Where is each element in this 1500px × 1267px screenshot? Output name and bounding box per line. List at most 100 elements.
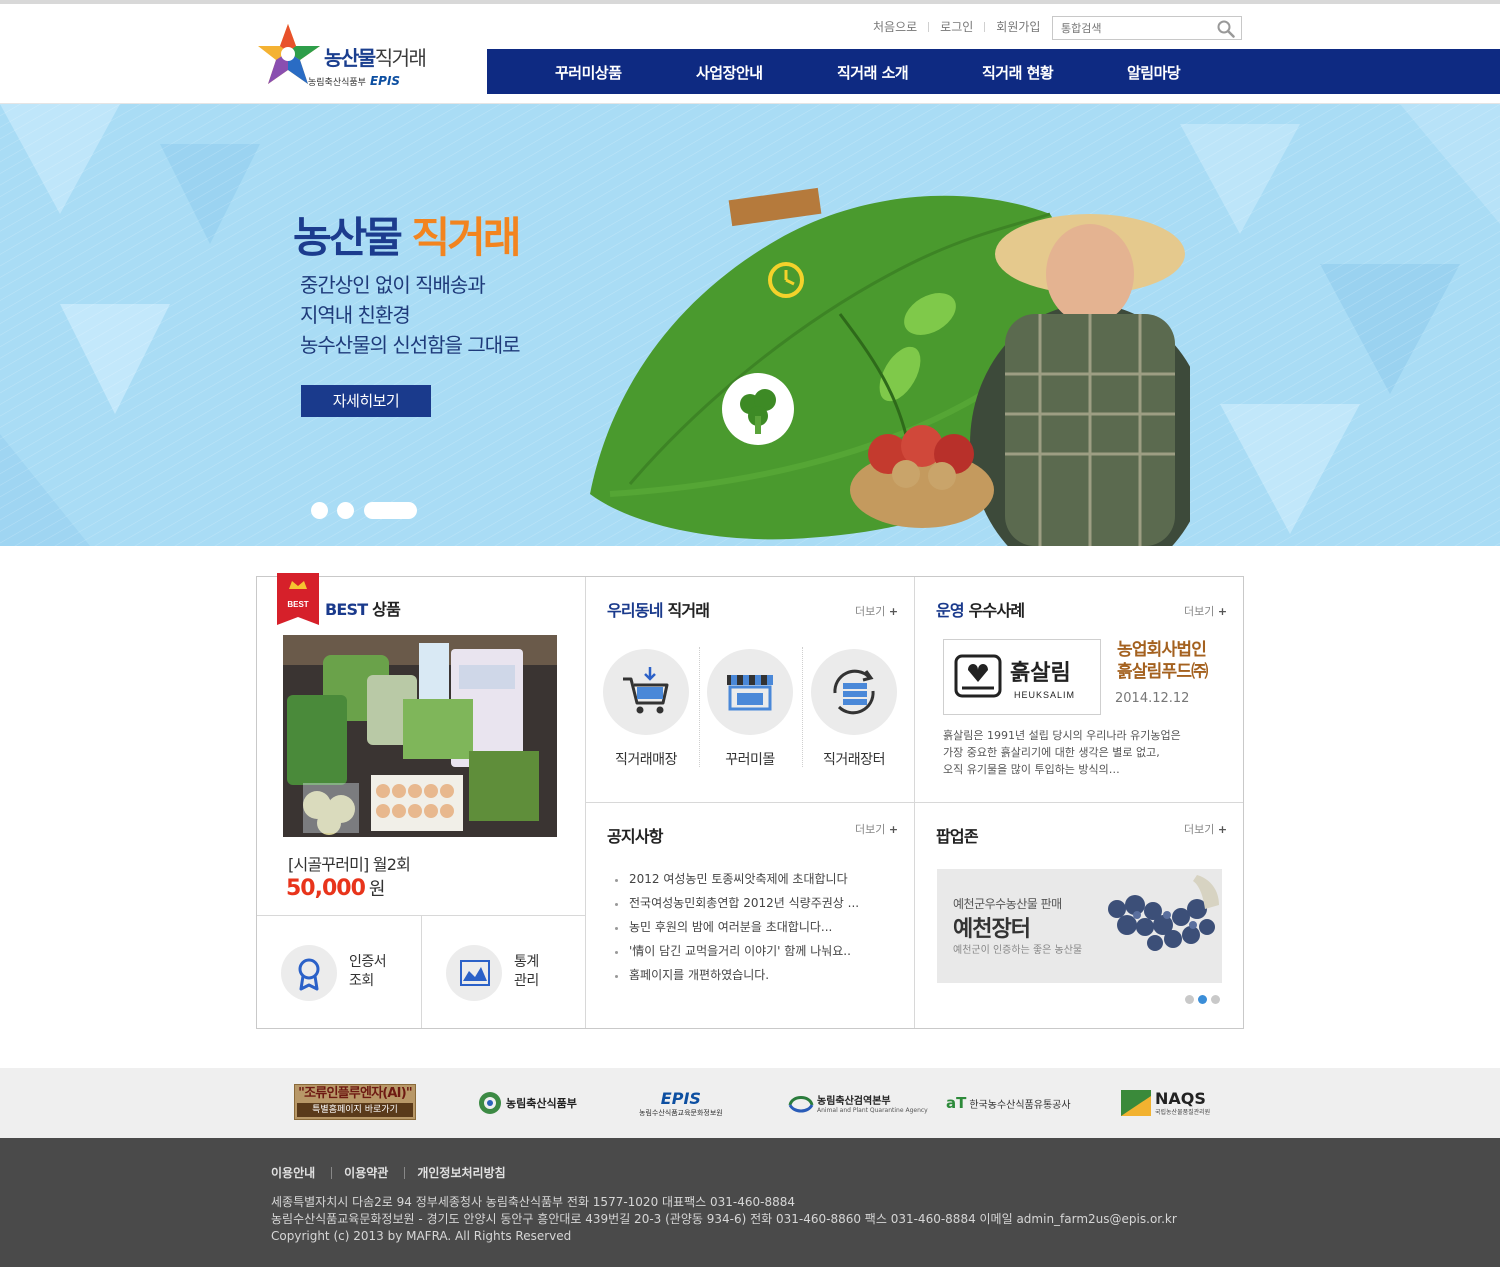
quick-link-label: 인증서 조회 [349, 954, 387, 989]
blueberry-image [1108, 875, 1219, 951]
signup-link[interactable]: 회원가입 [985, 18, 1051, 35]
partner-naqs-label: NAQS [1155, 1088, 1206, 1108]
partner-mafra[interactable]: 농림축산식품부 [478, 1084, 577, 1122]
quick-link-label: 통계 관리 [514, 954, 539, 989]
best-ribbon-icon: BEST [277, 573, 319, 625]
divider [331, 1166, 333, 1179]
main-content-grid: BEST BEST 상품 [시골꾸러미] 월2회 50,000 원 인증서 조회… [256, 573, 1244, 1029]
direct-more-link[interactable]: 더보기 + [855, 603, 898, 619]
case-section-title: 운영 우수사례 [936, 601, 1025, 620]
case-logo-text: 흙살림 [1010, 660, 1071, 686]
best-product-image[interactable] [283, 635, 557, 837]
footer-links: 이용안내 이용약관 개인정보처리방침 [271, 1164, 506, 1181]
nav-item-package-products[interactable]: 꾸러미상품 [555, 62, 622, 83]
notice-section-title: 공지사항 [607, 827, 663, 846]
popup-slide-dot[interactable] [1185, 995, 1194, 1004]
footer-link-terms[interactable]: 이용약관 [344, 1164, 388, 1181]
footer-address: 세종특별자치시 다솜2로 94 정부세종청사 농림축산식품부 전화 1577-1… [271, 1194, 1177, 1245]
site-logo[interactable]: 농산물직거래 농림축산식품부 EPIS [258, 22, 438, 92]
logo-title: 농산물직거래 [324, 46, 427, 70]
popup-more-link[interactable]: 더보기 + [1184, 821, 1227, 837]
partner-at-label: aT [946, 1094, 967, 1112]
search-icon[interactable] [1217, 20, 1235, 38]
top-border [0, 0, 1500, 4]
service-direct-market[interactable]: 직거래장터 [804, 649, 904, 769]
popup-slide-dot[interactable] [1211, 995, 1220, 1004]
slide-dot[interactable] [311, 502, 328, 519]
best-ribbon-text: BEST [287, 600, 308, 609]
notice-item[interactable]: 전국여성농민회총연합 2012년 식량주권상 ... [613, 891, 859, 915]
hero-illustration [590, 187, 1190, 546]
partner-naqs[interactable]: NAQS 국립농산물품질관리원 [1121, 1084, 1210, 1122]
nav-item-business-info[interactable]: 사업장안내 [696, 62, 763, 83]
home-link[interactable]: 처음으로 [862, 18, 928, 35]
hero-line: 농수산물의 신선함을 그대로 [300, 333, 521, 357]
exchange-icon [833, 669, 875, 715]
hero-copy: 중간상인 없이 직배송과 지역내 친환경 농수산물의 신선함을 그대로 [300, 270, 521, 360]
ribbon-badge-icon [298, 958, 320, 991]
mafra-emblem-icon [479, 1092, 501, 1114]
grid-divider [585, 802, 1243, 803]
hero-title: 농산물 직거래 [293, 213, 521, 262]
partner-mafra-label: 농림축산식품부 [506, 1097, 577, 1110]
nav-item-direct-status[interactable]: 직거래 현황 [982, 62, 1054, 83]
partner-qia-sub: Animal and Plant Quarantine Agency [817, 1107, 928, 1114]
notice-item[interactable]: 홈페이지를 개편하였습니다. [613, 963, 859, 987]
service-direct-store[interactable]: 직거래매장 [596, 649, 696, 769]
hero-detail-button[interactable]: 자세히보기 [301, 385, 431, 417]
case-company-logo[interactable]: 흙살림 HEUKSALIM [943, 639, 1101, 715]
heuksalim-logo: 흙살림 HEUKSALIM [954, 654, 1075, 700]
partner-qia[interactable]: 농림축산검역본부 Animal and Plant Quarantine Age… [788, 1084, 928, 1122]
service-icon-bg [811, 649, 897, 735]
product-photo [283, 635, 557, 837]
slide-dot[interactable] [337, 502, 354, 519]
footer-link-guide[interactable]: 이용안내 [271, 1164, 315, 1181]
notice-item[interactable]: 2012 여성농민 토종씨앗축제에 초대합니다 [613, 867, 859, 891]
site-footer: 이용안내 이용약관 개인정보처리방침 세종특별자치시 다솜2로 94 정부세종청… [0, 1138, 1500, 1267]
hero-line: 지역내 친환경 [300, 303, 411, 327]
main-navigation: 꾸러미상품 사업장안내 직거래 소개 직거래 현황 알림마당 [487, 49, 1500, 94]
partner-banner-strip: "조류인플루엔자(AI)" 특별홈페이지 바로가기 농림축산식품부 EPIS 농… [0, 1068, 1500, 1138]
partner-qia-label: 농림축산검역본부 [817, 1096, 891, 1107]
quick-link-certificate[interactable]: 인증서 조회 [257, 915, 421, 1029]
best-product-name[interactable]: [시골꾸러미] 월2회 [288, 851, 411, 875]
nav-item-direct-intro[interactable]: 직거래 소개 [837, 62, 909, 83]
service-label: 꾸러미몰 [725, 752, 775, 768]
case-company-name[interactable]: 농업회사법인 흙살림푸드㈜ [1117, 639, 1208, 683]
nav-item-notice-board[interactable]: 알림마당 [1127, 62, 1181, 83]
qia-emblem-icon [788, 1096, 814, 1113]
popup-slide-dot-active[interactable] [1198, 995, 1207, 1004]
partner-epis-label: EPIS [660, 1088, 701, 1108]
quick-link-icon-bg [446, 945, 502, 1001]
hero-line: 중간상인 없이 직배송과 [300, 273, 486, 297]
footer-link-privacy[interactable]: 개인정보처리방침 [417, 1164, 505, 1181]
notice-more-link[interactable]: 더보기 + [855, 821, 898, 837]
service-label: 직거래장터 [823, 752, 885, 768]
hero-banner: 농산물 직거래 중간상인 없이 직배송과 지역내 친환경 농수산물의 신선함을 … [0, 104, 1500, 546]
partner-epis-sub: 농림수산식품교육문화정보원 [639, 1108, 723, 1117]
case-more-link[interactable]: 더보기 + [1184, 603, 1227, 619]
service-label: 직거래매장 [615, 752, 677, 768]
partner-epis[interactable]: EPIS 농림수산식품교육문화정보원 [639, 1084, 723, 1122]
slide-dot-active[interactable] [364, 502, 417, 519]
partner-ai-subtitle: 특별홈페이지 바로가기 [297, 1103, 413, 1117]
quick-link-statistics[interactable]: 통계 관리 [422, 915, 586, 1029]
service-divider [802, 647, 803, 767]
search-input[interactable] [1053, 17, 1203, 39]
service-icon-bg [707, 649, 793, 735]
partner-at[interactable]: aT 한국농수산식품유통공사 [946, 1084, 1071, 1122]
case-description: 흙살림은 1991년 설립 당시의 우리나라 유기농업은 가장 중요한 흙살리기에… [943, 729, 1181, 776]
quick-link-icon-bg [281, 945, 337, 1001]
notice-item[interactable]: 농민 후원의 밤에 여러분을 초대합니다... [613, 915, 859, 939]
service-package-mall[interactable]: 꾸러미몰 [700, 649, 800, 769]
login-link[interactable]: 로그인 [929, 18, 984, 35]
popup-banner[interactable]: 예천군우수농산물 판매 예천장터 예천군이 인증하는 좋은 농산물 [937, 869, 1222, 983]
cart-icon [623, 667, 669, 714]
direct-section-title: 우리동네 직거래 [607, 601, 710, 620]
search-box [1052, 16, 1242, 40]
partner-ai-special[interactable]: "조류인플루엔자(AI)" 특별홈페이지 바로가기 [294, 1084, 416, 1120]
notice-item[interactable]: '情이 담긴 교먹을거리 이야기' 함께 나눠요.. [613, 939, 859, 963]
footer-address-line: 세종특별자치시 다솜2로 94 정부세종청사 농림축산식품부 전화 1577-1… [271, 1195, 795, 1209]
service-icon-bg [603, 649, 689, 735]
case-logo-subtext: HEUKSALIM [1014, 690, 1075, 700]
